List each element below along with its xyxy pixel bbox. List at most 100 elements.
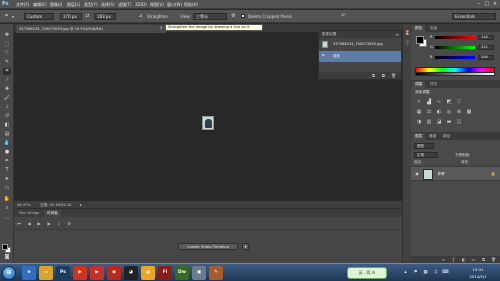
channel-mixer-icon[interactable]: ⊕ <box>455 109 463 116</box>
volume-icon[interactable]: ♫ <box>432 269 439 276</box>
hand-tool-icon[interactable]: ✋ <box>3 196 11 203</box>
foreground-color-swatch[interactable] <box>2 244 8 250</box>
color-balance-icon[interactable]: ⚖ <box>425 109 433 116</box>
green-slider[interactable] <box>435 46 475 49</box>
prev-frame-icon[interactable]: ◀ <box>26 221 32 227</box>
tab-styles[interactable]: 样式 <box>427 81 440 88</box>
crop-width-field[interactable]: 170 px <box>60 13 82 20</box>
menu-image[interactable]: 图像(I) <box>50 2 62 7</box>
quick-select-tool-icon[interactable]: ✎ <box>3 59 11 66</box>
taskbar-app-icon[interactable]: ▶ <box>73 266 87 280</box>
minimize-button[interactable]: – <box>476 1 482 7</box>
taskbar-app-icon[interactable]: Fl <box>158 266 172 280</box>
ime-indicator[interactable]: 英 ·,简 ⚙ <box>347 267 387 279</box>
layer-name[interactable]: 背景 <box>437 172 444 177</box>
history-title[interactable]: 历史记录 <box>322 32 336 37</box>
menu-edit[interactable]: 编辑(E) <box>33 2 47 7</box>
flag-icon[interactable]: ⚑ <box>412 269 419 276</box>
gradient-tool-icon[interactable]: ▤ <box>3 131 11 138</box>
photo-filter-icon[interactable]: ◎ <box>445 109 453 116</box>
color-foreground-swatch[interactable] <box>416 36 424 44</box>
first-frame-icon[interactable]: ⏮ <box>16 221 22 227</box>
overlay-view-select[interactable]: 三等分 <box>193 13 227 20</box>
brush-tool-icon[interactable]: 🖌 <box>3 95 11 102</box>
start-button[interactable]: ⊞ <box>2 266 16 280</box>
blue-value[interactable]: 206 <box>478 55 494 60</box>
tab-paths[interactable]: 路径 <box>440 133 453 140</box>
black-white-icon[interactable]: ◐ <box>435 109 443 116</box>
straighten-icon[interactable]: ⊿ <box>137 13 144 20</box>
tab-timeline[interactable]: 时间轴 <box>44 210 61 217</box>
layer-row-background[interactable]: ◉ 背景 🔒 <box>411 166 500 181</box>
taskbar-app-icon[interactable]: ▭ <box>39 266 53 280</box>
crop-preset-select[interactable]: Custom <box>24 13 54 20</box>
tab-adjustments[interactable]: 调整 <box>412 81 426 88</box>
timeline-dropdown-button[interactable]: ▾ <box>242 243 249 250</box>
history-brush-tool-icon[interactable]: ↺ <box>3 113 11 120</box>
grayscale-ramp[interactable] <box>415 73 495 76</box>
taskbar-app-icon[interactable]: ✎ <box>209 266 223 280</box>
menu-select[interactable]: 选择(S) <box>101 2 115 7</box>
selective-color-icon[interactable]: ◫ <box>455 119 463 126</box>
blue-slider[interactable] <box>435 56 475 59</box>
eyedropper-tool-icon[interactable]: ⁄ <box>3 77 11 84</box>
exposure-icon[interactable]: ◩ <box>445 99 453 106</box>
taskbar-app-icon[interactable]: ◕ <box>124 266 138 280</box>
crop-height-field[interactable]: 183 px <box>94 13 116 20</box>
dodge-tool-icon[interactable]: ● <box>3 149 11 156</box>
folder-icon[interactable]: ▭ <box>471 257 476 262</box>
chevron-up-icon[interactable]: ▴ <box>402 269 409 276</box>
invert-icon[interactable]: ◑ <box>415 119 423 126</box>
red-slider[interactable] <box>435 36 475 39</box>
menu-layer[interactable]: 图层(L) <box>67 2 80 7</box>
taskbar-app-icon[interactable]: ◉ <box>107 266 121 280</box>
network-icon[interactable]: ▦ <box>422 269 429 276</box>
hue-saturation-icon[interactable]: ▦ <box>415 109 423 116</box>
menu-view[interactable]: 视图(V) <box>150 2 164 7</box>
chevron-down-icon[interactable]: ▾ <box>11 13 15 20</box>
taskbar-app-icon[interactable]: ▶ <box>90 266 104 280</box>
more-tools-icon[interactable]: ⋯ <box>3 216 11 223</box>
path-selection-tool-icon[interactable]: ➤ <box>3 176 11 183</box>
keyboard-icon[interactable]: ⌨ <box>442 269 449 276</box>
tab-layers[interactable]: 图层 <box>412 133 426 140</box>
mask-icon[interactable]: ◧ <box>461 257 466 262</box>
history-crop-row[interactable]: ⌗ 裁剪 <box>319 51 401 62</box>
taskbar-app-icon[interactable]: Dw <box>175 266 189 280</box>
quick-mask-icon[interactable]: ◙ <box>3 254 11 261</box>
trash-icon[interactable]: 🗑 <box>391 73 396 78</box>
crop-tool-icon[interactable]: ⌗ <box>3 13 10 20</box>
eye-icon[interactable]: ◉ <box>414 171 420 177</box>
curves-icon[interactable]: ∿ <box>435 99 443 106</box>
new-layer-icon[interactable]: ⧉ <box>481 257 486 262</box>
play-icon[interactable]: ▶ <box>36 221 42 227</box>
panel-menu-icon[interactable]: ≡ <box>396 32 399 37</box>
menu-3d[interactable]: 3D(D) <box>135 2 147 7</box>
taskbar-app-icon[interactable]: ◕ <box>141 266 155 280</box>
green-value[interactable]: 222 <box>478 45 494 50</box>
system-clock[interactable]: 15:41 2014/5/1 <box>458 266 498 280</box>
healing-brush-tool-icon[interactable]: ✚ <box>3 86 11 93</box>
document-tab[interactable]: 337566234_700073029.jpg @ 26.5%(RGB/8#) <box>16 25 166 33</box>
tab-channels[interactable]: 通道 <box>426 133 439 140</box>
close-button[interactable]: × <box>492 1 498 7</box>
zoom-tool-icon[interactable]: ⌕ <box>3 205 11 212</box>
delete-cropped-checkbox[interactable] <box>241 14 245 18</box>
maximize-button[interactable]: □ <box>484 1 490 7</box>
reset-icon[interactable]: ↶ <box>340 13 347 20</box>
menu-filter[interactable]: 滤镜(T) <box>118 2 132 7</box>
create-video-timeline-button[interactable]: Create Video Timeline <box>178 243 238 250</box>
close-tab-icon[interactable]: × <box>158 25 164 31</box>
link-icon[interactable]: ∞ <box>441 257 446 262</box>
move-tool-icon[interactable]: ✥ <box>3 32 11 39</box>
posterize-icon[interactable]: ▥ <box>425 119 433 126</box>
new-document-icon[interactable]: ⧉ <box>371 73 376 78</box>
shape-tool-icon[interactable]: ▭ <box>3 185 11 192</box>
brightness-icon[interactable]: ☼ <box>415 99 423 106</box>
blend-mode-select[interactable]: 正常 <box>414 152 438 158</box>
pen-tool-icon[interactable]: ✒ <box>3 158 11 165</box>
blur-tool-icon[interactable]: 💧 <box>3 140 11 147</box>
info-icon[interactable]: ⓘ <box>404 40 411 47</box>
taskbar-app-icon[interactable]: ▣ <box>192 266 206 280</box>
red-value[interactable]: 128 <box>478 35 494 40</box>
